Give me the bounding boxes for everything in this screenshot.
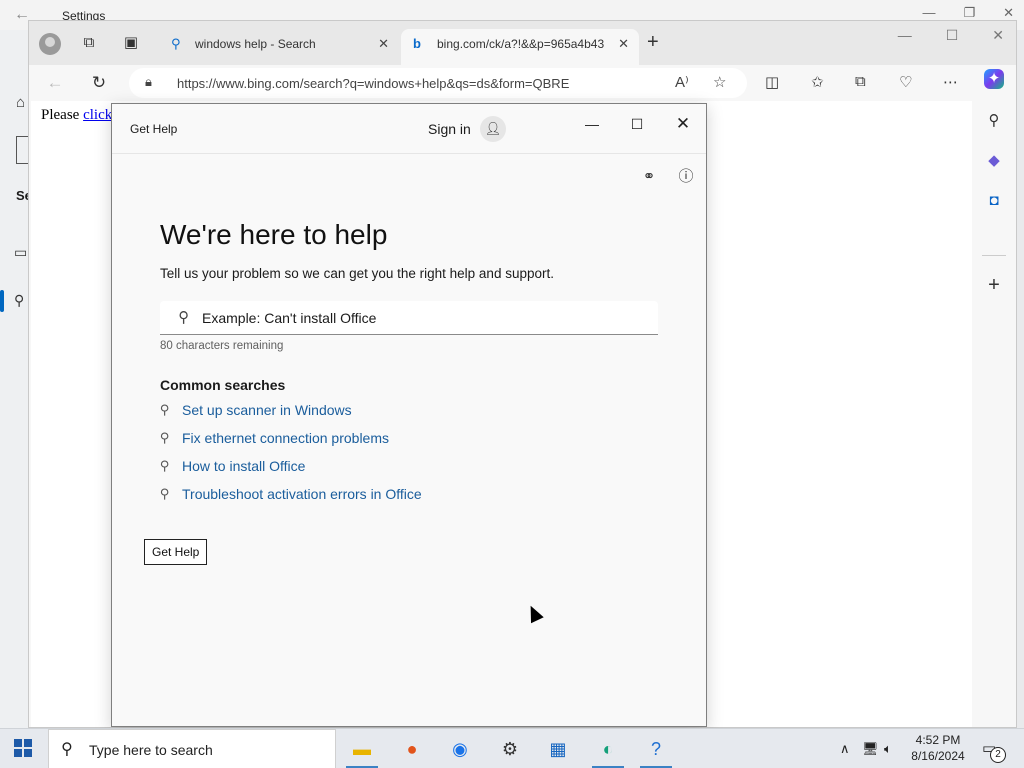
lock-icon[interactable]: 🔒︎ [145, 74, 152, 90]
maximize-icon[interactable]: ☐ [946, 27, 959, 44]
search-box[interactable]: ⚲ [160, 301, 658, 335]
info-icon[interactable]: ⓘ [675, 166, 697, 188]
common-search-link[interactable]: ⚲ Troubleshoot activation errors in Offi… [160, 484, 422, 512]
tab-windows-help[interactable]: ⚲ windows help - Search ✕ [159, 29, 399, 65]
close-icon[interactable]: ✕ [1003, 5, 1014, 21]
tab-label: windows help - Search [195, 37, 316, 51]
clock-time: 4:52 PM [915, 733, 961, 747]
workspaces-icon[interactable]: ⧉ [79, 33, 99, 53]
search-icon: ⚲ [171, 36, 181, 51]
browser-window-controls: — ☐ ✕ [898, 27, 1004, 44]
close-tab-icon[interactable]: ✕ [378, 29, 389, 59]
notification-badge: 2 [990, 747, 1006, 763]
characters-remaining: 80 characters remaining [160, 340, 284, 352]
copilot-icon[interactable]: ✦ [984, 69, 1004, 89]
show-hidden-icons-icon[interactable]: ∧ [840, 741, 850, 757]
sign-in-button[interactable]: Sign in [428, 121, 471, 137]
edge-icon[interactable]: ◐ [586, 733, 630, 768]
common-search-link[interactable]: ⚲ Fix ethernet connection problems [160, 428, 422, 456]
chat-icon[interactable]: ▭ [14, 244, 27, 261]
close-icon[interactable]: ✕ [992, 27, 1004, 44]
page-title: We're here to help [160, 219, 388, 250]
common-search-label: Fix ethernet connection problems [182, 430, 389, 446]
page-text: Please click [41, 107, 112, 124]
store-icon[interactable]: ▦ [536, 733, 580, 768]
tab-actions-icon[interactable]: ▣ [121, 33, 141, 53]
add-icon[interactable]: + [984, 275, 1004, 295]
file-explorer-icon[interactable]: ▬ [340, 733, 384, 768]
page-subtitle: Tell us your problem so we can get you t… [160, 266, 554, 281]
profile-avatar[interactable] [39, 33, 61, 55]
common-search-label: Troubleshoot activation errors in Office [182, 486, 422, 502]
more-options-icon[interactable]: ⋯ [943, 73, 958, 91]
network-icon[interactable]: 🖥︎ [862, 741, 879, 757]
contact-support-icon[interactable]: ⚭ [638, 166, 660, 188]
common-searches-list: ⚲ Set up scanner in Windows ⚲ Fix ethern… [160, 400, 422, 512]
minimize-icon[interactable]: — [580, 112, 604, 136]
home-icon[interactable]: ⌂ [16, 94, 25, 111]
dialog-titlebar: Get Help Sign in 👤︎ — ☐ ✕ [112, 104, 706, 154]
common-search-label: How to install Office [182, 458, 306, 474]
minimize-icon[interactable]: — [922, 5, 935, 21]
search-icon: ⚲ [61, 741, 73, 758]
search-icon: ⚲ [160, 430, 170, 445]
tab-bing-redirect[interactable]: b bing.com/ck/a?!&&p=965a4b43 ✕ [401, 29, 639, 65]
m365-icon[interactable]: ◆ [984, 151, 1004, 171]
maximize-icon[interactable]: ☐ [625, 112, 649, 136]
browser-essentials-icon[interactable]: ♡ [899, 73, 912, 91]
restore-icon[interactable]: ❐ [963, 5, 975, 21]
common-search-label: Set up scanner in Windows [182, 402, 352, 418]
read-aloud-icon[interactable]: A⁾ [675, 73, 689, 91]
get-help-dialog: Get Help Sign in 👤︎ — ☐ ✕ ⚭ ⓘ We're here… [111, 103, 707, 727]
start-button[interactable] [14, 739, 32, 757]
firefox-icon[interactable]: ● [390, 733, 434, 768]
clock[interactable]: 4:52 PM 8/16/2024 [906, 732, 970, 764]
person-icon[interactable]: 👤︎ [480, 116, 506, 142]
click-link[interactable]: click [83, 107, 112, 123]
chrome-icon[interactable]: ◉ [438, 733, 482, 768]
edge-sidebar: ✦ ⚲ ◆ ◘ + [972, 65, 1016, 727]
new-tab-icon[interactable]: + [647, 31, 659, 54]
reload-icon[interactable]: ↻ [87, 71, 111, 95]
tab-strip: ⧉ ▣ ⚲ windows help - Search ✕ b bing.com… [29, 21, 1016, 65]
search-input[interactable] [202, 306, 642, 330]
favorite-star-icon[interactable]: ☆ [713, 73, 726, 91]
taskbar: ⚲ Type here to search ▬ ● ◉ ⚙ ▦ ◐ ? ∧ 🖥︎… [0, 728, 1024, 768]
common-search-link[interactable]: ⚲ Set up scanner in Windows [160, 400, 422, 428]
taskbar-search-placeholder: Type here to search [89, 742, 213, 758]
app-title: Get Help [130, 122, 178, 136]
search-icon[interactable]: ⚲ [14, 292, 24, 309]
search-icon: ⚲ [160, 458, 170, 473]
settings-icon[interactable]: ⚙ [488, 733, 532, 768]
common-searches-heading: Common searches [160, 377, 286, 393]
navigation-bar: ← ↻ 🔒︎ https://www.bing.com/search?q=win… [29, 65, 1016, 101]
bing-icon: b [413, 36, 421, 51]
outlook-icon[interactable]: ◘ [984, 191, 1004, 211]
settings-sidebar: ⌂ Se ▭ ⚲ [0, 30, 32, 728]
search-icon: ⚲ [178, 309, 189, 326]
get-help-app-icon[interactable]: ? [634, 733, 678, 768]
page-text-prefix: Please [41, 107, 84, 123]
close-tab-icon[interactable]: ✕ [618, 29, 629, 59]
favorites-icon[interactable]: ✩ [811, 73, 824, 91]
volume-muted-icon[interactable]: 🔈︎ [884, 741, 892, 757]
split-screen-icon[interactable]: ◫ [765, 73, 779, 91]
tab-label: bing.com/ck/a?!&&p=965a4b43 [437, 37, 605, 51]
search-icon[interactable]: ⚲ [984, 111, 1004, 131]
minimize-icon[interactable]: — [898, 27, 912, 44]
address-url[interactable]: https://www.bing.com/search?q=windows+he… [177, 76, 569, 91]
clock-date: 8/16/2024 [911, 749, 965, 763]
collections-icon[interactable]: ⧉ [855, 73, 866, 90]
back-icon[interactable]: ← [43, 71, 67, 95]
taskbar-search[interactable]: ⚲ Type here to search [48, 729, 336, 768]
settings-window-controls: — ❐ ✕ [922, 5, 1014, 21]
search-icon: ⚲ [160, 486, 170, 501]
close-icon[interactable]: ✕ [671, 112, 695, 136]
sidebar-divider [982, 255, 1006, 256]
address-bar[interactable]: 🔒︎ https://www.bing.com/search?q=windows… [129, 68, 747, 98]
common-search-link[interactable]: ⚲ How to install Office [160, 456, 422, 484]
get-help-button[interactable]: Get Help [144, 539, 208, 565]
search-icon: ⚲ [160, 402, 170, 417]
selection-indicator [0, 290, 4, 312]
